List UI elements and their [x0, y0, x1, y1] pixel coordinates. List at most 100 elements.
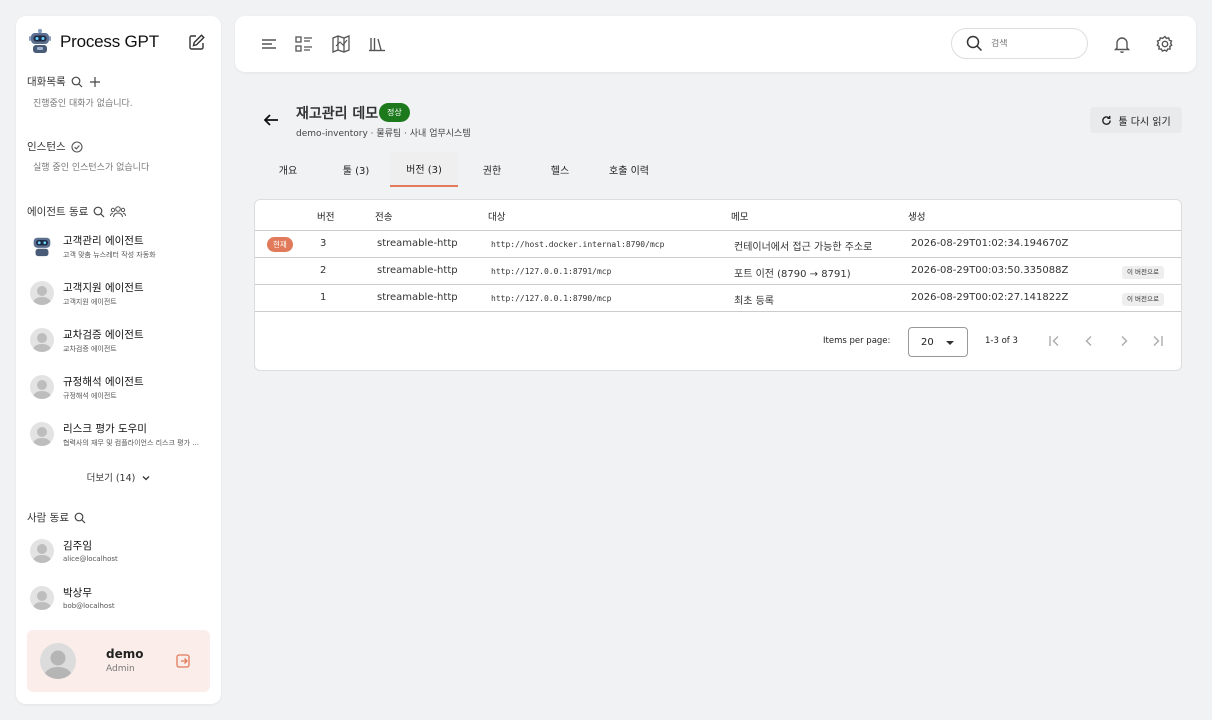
table-row: 현재 3 streamable-http http://host.docker.…	[255, 231, 1181, 258]
versions-table: 버전 전송 대상 메모 생성 현재 3 streamable-http http…	[254, 199, 1182, 371]
agent-name: 고객관리 에이전트	[63, 235, 144, 247]
cell-target: http://127.0.0.1:8791/mcp	[491, 267, 612, 276]
search-box[interactable]	[951, 28, 1088, 59]
cell-memo: 포트 이전 (8790 → 8791)	[734, 269, 851, 280]
group-icon[interactable]	[110, 205, 127, 218]
search-icon	[966, 35, 983, 52]
search-icon[interactable]	[74, 512, 86, 524]
library-icon[interactable]	[367, 34, 387, 54]
search-icon[interactable]	[93, 206, 105, 218]
logout-icon[interactable]	[176, 654, 190, 668]
agent-robot-avatar	[30, 234, 54, 258]
agent-item[interactable]: 리스크 평가 도우미 협력사의 재무 및 컴플라이언스 리스크 평가 ...	[28, 418, 214, 458]
cell-version: 1	[320, 292, 327, 303]
cell-memo: 컨테이너에서 접근 가능한 주소로	[734, 242, 873, 253]
col-version: 버전	[317, 212, 335, 223]
table-row: 2 streamable-http http://127.0.0.1:8791/…	[255, 258, 1181, 285]
items-per-page-select[interactable]: 20	[908, 327, 968, 357]
prev-page-icon[interactable]	[1082, 334, 1096, 348]
chevron-down-icon	[142, 476, 150, 481]
search-icon[interactable]	[71, 76, 83, 88]
user-avatar	[40, 643, 76, 679]
search-input[interactable]	[991, 38, 1071, 49]
col-memo: 메모	[731, 212, 749, 223]
refresh-icon	[1102, 115, 1112, 125]
agent-desc: 규정해석 에이전트	[63, 392, 117, 400]
person-email: bob@localhost	[63, 602, 115, 610]
people-header: 사람 동료	[27, 510, 86, 525]
cell-transport: streamable-http	[377, 238, 458, 249]
instances-header: 인스턴스	[27, 139, 83, 154]
robot-logo-icon	[29, 29, 51, 53]
col-created: 생성	[908, 212, 926, 223]
col-target: 대상	[488, 212, 506, 223]
settings-gear-icon[interactable]	[1155, 34, 1175, 54]
process-map-icon[interactable]	[331, 34, 351, 54]
tab-health[interactable]: 헬스	[526, 152, 594, 187]
plus-icon[interactable]	[89, 76, 101, 88]
cell-transport: streamable-http	[377, 292, 458, 303]
agent-item[interactable]: 고객지원 에이전트 고객지원 에이전트	[28, 277, 214, 317]
items-per-page-label: Items per page:	[823, 336, 891, 346]
tab-overview[interactable]: 개요	[254, 152, 322, 187]
user-name: demo	[106, 647, 144, 661]
cell-created: 2026-08-29T01:02:34.194670Z	[911, 238, 1069, 249]
table-header: 버전 전송 대상 메모 생성	[255, 200, 1181, 231]
sidebar: Process GPT 대화목록 진행중인 대화가 없습니다. 인스턴스 실행 …	[16, 16, 221, 704]
person-email: alice@localhost	[63, 555, 118, 563]
agents-title: 에이전트 동료	[27, 206, 89, 218]
brand[interactable]: Process GPT	[28, 28, 159, 56]
show-more-button[interactable]: 더보기 (14)	[16, 470, 221, 484]
agent-name: 고객지원 에이전트	[63, 282, 144, 294]
page-title: 재고관리 데모	[296, 106, 379, 122]
new-chat-edit-icon[interactable]	[188, 33, 206, 51]
agent-item[interactable]: 고객관리 에이전트 고객 맞춤 뉴스레터 작성 자동화	[28, 230, 214, 270]
list-view-icon[interactable]	[294, 34, 314, 54]
person-name: 박상무	[63, 587, 92, 599]
cell-created: 2026-08-29T00:03:50.335088Z	[911, 265, 1069, 276]
items-per-page-value: 20	[921, 337, 934, 348]
current-user-card[interactable]: demo Admin	[27, 630, 210, 692]
cell-version: 2	[320, 265, 327, 276]
table-row: 1 streamable-http http://127.0.0.1:8790/…	[255, 285, 1181, 312]
menu-lines-icon[interactable]	[259, 34, 279, 54]
people-title: 사람 동료	[27, 512, 69, 524]
tab-tools[interactable]: 툴 (3)	[322, 152, 390, 187]
avatar	[30, 539, 54, 563]
first-page-icon[interactable]	[1047, 334, 1061, 348]
last-page-icon[interactable]	[1151, 334, 1165, 348]
user-role: Admin	[106, 664, 135, 674]
revert-version-button[interactable]: 이 버전으로	[1122, 293, 1164, 306]
agent-desc: 고객지원 에이전트	[63, 298, 117, 306]
person-item[interactable]: 김주임 alice@localhost	[28, 535, 214, 575]
avatar	[30, 422, 54, 446]
person-item[interactable]: 박상무 bob@localhost	[28, 582, 214, 622]
agent-desc: 협력사의 재무 및 컴플라이언스 리스크 평가 ...	[63, 439, 199, 447]
agent-item[interactable]: 교차검증 에이전트 교차검증 에이전트	[28, 324, 214, 364]
agent-item[interactable]: 규정해석 에이전트 규정해석 에이전트	[28, 371, 214, 411]
reload-label: 툴 다시 읽기	[1118, 116, 1171, 128]
bell-icon[interactable]	[1112, 34, 1132, 54]
tab-permissions[interactable]: 권한	[458, 152, 526, 187]
agent-name: 리스크 평가 도우미	[63, 423, 147, 435]
next-page-icon[interactable]	[1117, 334, 1131, 348]
revert-version-button[interactable]: 이 버전으로	[1122, 266, 1164, 279]
current-badge: 현재	[267, 237, 293, 252]
check-circle-icon[interactable]	[71, 140, 83, 153]
cell-transport: streamable-http	[377, 265, 458, 276]
cell-target: http://127.0.0.1:8790/mcp	[491, 294, 612, 303]
conversations-title: 대화목록	[27, 76, 66, 88]
tab-versions[interactable]: 버전 (3)	[390, 152, 458, 187]
cell-memo: 최초 등록	[734, 296, 774, 307]
reload-tools-button[interactable]: 툴 다시 읽기	[1090, 107, 1182, 133]
instances-empty: 실행 중인 인스턴스가 없습니다	[33, 163, 150, 173]
page-subtitle: demo-inventory · 물류팀 · 사내 업무시스템	[296, 129, 471, 139]
person-name: 김주임	[63, 540, 92, 552]
back-arrow-icon[interactable]	[262, 111, 280, 129]
col-transport: 전송	[375, 212, 393, 223]
agent-name: 교차검증 에이전트	[63, 329, 144, 341]
avatar	[30, 375, 54, 399]
agents-header: 에이전트 동료	[27, 204, 127, 219]
tab-call-history[interactable]: 호출 이력	[594, 152, 664, 187]
agent-desc: 교차검증 에이전트	[63, 345, 117, 353]
